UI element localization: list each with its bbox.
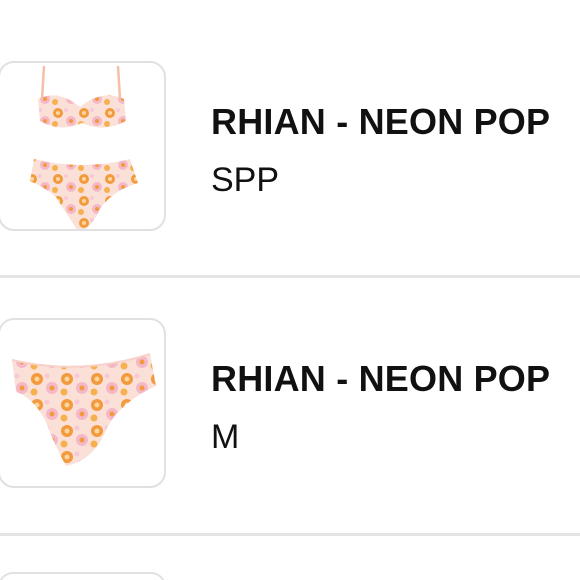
product-thumbnail[interactable]: [0, 572, 166, 580]
bikini-bottom-image: [11, 353, 156, 466]
product-title[interactable]: RHIAN - NEON POP: [211, 358, 550, 400]
cart-item[interactable]: RHIAN - NEON POP M: [0, 280, 580, 535]
product-variant: M: [211, 418, 240, 456]
product-thumbnail[interactable]: [0, 318, 166, 488]
bikini-set-image: [30, 65, 138, 229]
cart-item[interactable]: RHIAN - NEON POP SPP: [0, 23, 580, 278]
product-variant: SPP: [211, 161, 280, 199]
divider: [0, 533, 580, 536]
product-title[interactable]: RHIAN - NEON POP: [211, 101, 550, 143]
product-thumbnail[interactable]: [0, 61, 166, 231]
divider: [0, 275, 580, 278]
top-text-fragment: [355, 0, 367, 2]
cart-list: RHIAN - NEON POP SPP RHIAN - NEON POP M: [0, 0, 580, 580]
